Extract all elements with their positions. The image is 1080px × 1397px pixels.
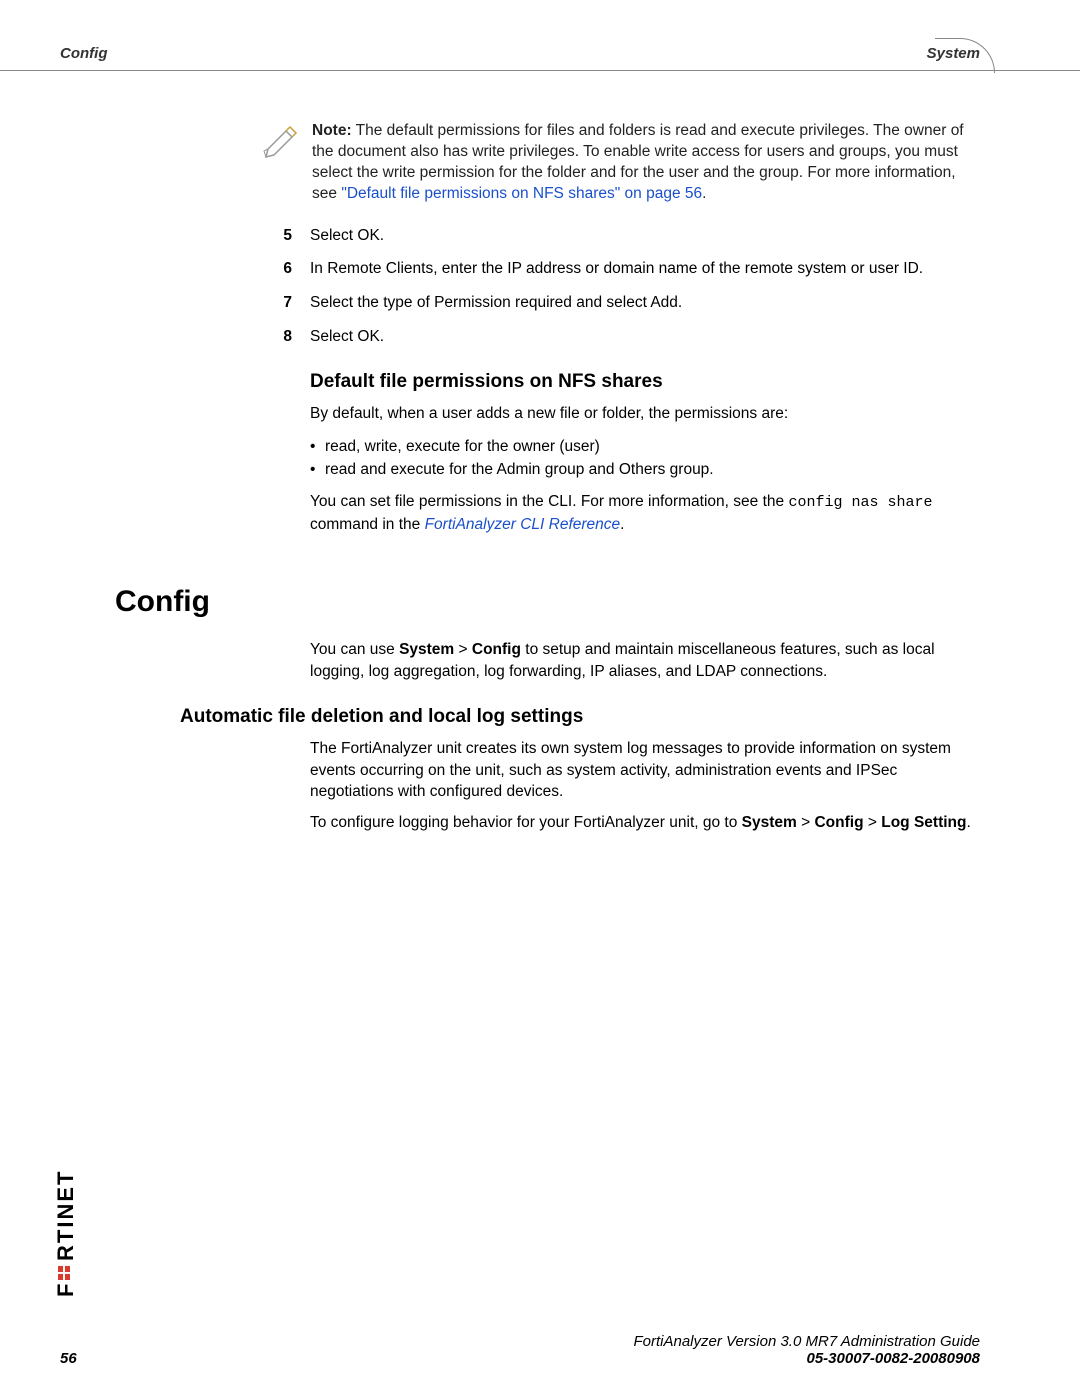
footer-doc-id: 05-30007-0082-20080908 bbox=[633, 1350, 980, 1367]
fortinet-logo: F RTINET bbox=[55, 1097, 79, 1297]
auto-mid2: > bbox=[864, 814, 882, 831]
footer-doc-title: FortiAnalyzer Version 3.0 MR7 Administra… bbox=[633, 1333, 980, 1350]
heading-nfs: Default file permissions on NFS shares bbox=[310, 371, 980, 393]
note-block: Note: The default permissions for files … bbox=[260, 121, 980, 205]
svg-text:RTINET: RTINET bbox=[55, 1170, 78, 1261]
step-8: 8 Select OK. bbox=[260, 326, 980, 348]
step-text: Select OK. bbox=[310, 225, 980, 247]
auto-tail: . bbox=[966, 814, 970, 831]
auto-para2: To configure logging behavior for your F… bbox=[310, 812, 980, 833]
page-footer: 56 FortiAnalyzer Version 3.0 MR7 Adminis… bbox=[60, 1333, 980, 1367]
step-text: Select OK. bbox=[310, 326, 980, 348]
step-6: 6 In Remote Clients, enter the IP addres… bbox=[260, 258, 980, 280]
footer-right: FortiAnalyzer Version 3.0 MR7 Administra… bbox=[633, 1333, 980, 1367]
nfs-cli-pre: You can set file permissions in the CLI.… bbox=[310, 493, 788, 510]
config-para: You can use System > Config to setup and… bbox=[310, 639, 980, 682]
step-text: Select the type of Permission required a… bbox=[310, 292, 980, 314]
heading-auto: Automatic file deletion and local log se… bbox=[180, 706, 980, 728]
step-7: 7 Select the type of Permission required… bbox=[260, 292, 980, 314]
header-left: Config bbox=[60, 45, 107, 62]
step-number: 7 bbox=[260, 292, 310, 314]
auto-pre: To configure logging behavior for your F… bbox=[310, 814, 742, 831]
config-b2: Config bbox=[472, 641, 521, 658]
step-number: 8 bbox=[260, 326, 310, 348]
auto-b1: System bbox=[742, 814, 797, 831]
config-mid1: > bbox=[454, 641, 472, 658]
note-link[interactable]: "Default file permissions on NFS shares"… bbox=[341, 185, 702, 202]
nfs-cli-para: You can set file permissions in the CLI.… bbox=[310, 491, 980, 535]
nfs-bullet-2: read and execute for the Admin group and… bbox=[325, 458, 980, 481]
note-text: Note: The default permissions for files … bbox=[312, 121, 980, 205]
auto-b3: Log Setting bbox=[881, 814, 966, 831]
svg-text:F: F bbox=[55, 1282, 78, 1297]
nfs-cli-link[interactable]: FortiAnalyzer CLI Reference bbox=[425, 516, 621, 533]
nfs-cli-tail: . bbox=[620, 516, 624, 533]
step-number: 6 bbox=[260, 258, 310, 280]
nfs-cli-code: config nas share bbox=[788, 494, 932, 511]
auto-mid1: > bbox=[797, 814, 815, 831]
page-content: Note: The default permissions for files … bbox=[0, 71, 1080, 834]
note-tail: . bbox=[702, 185, 706, 202]
page-number: 56 bbox=[60, 1350, 77, 1367]
note-icon bbox=[260, 121, 300, 161]
page-header: Config System bbox=[0, 0, 1080, 71]
nfs-cli-mid: command in the bbox=[310, 516, 425, 533]
nfs-bullet-1: read, write, execute for the owner (user… bbox=[325, 435, 980, 458]
note-label: Note: bbox=[312, 122, 352, 139]
heading-config: Config bbox=[115, 585, 980, 619]
auto-para1: The FortiAnalyzer unit creates its own s… bbox=[310, 738, 980, 802]
step-text: In Remote Clients, enter the IP address … bbox=[310, 258, 980, 280]
config-para-pre: You can use bbox=[310, 641, 399, 658]
step-number: 5 bbox=[260, 225, 310, 247]
nfs-intro: By default, when a user adds a new file … bbox=[310, 403, 980, 424]
auto-b2: Config bbox=[814, 814, 863, 831]
config-b1: System bbox=[399, 641, 454, 658]
step-5: 5 Select OK. bbox=[260, 225, 980, 247]
